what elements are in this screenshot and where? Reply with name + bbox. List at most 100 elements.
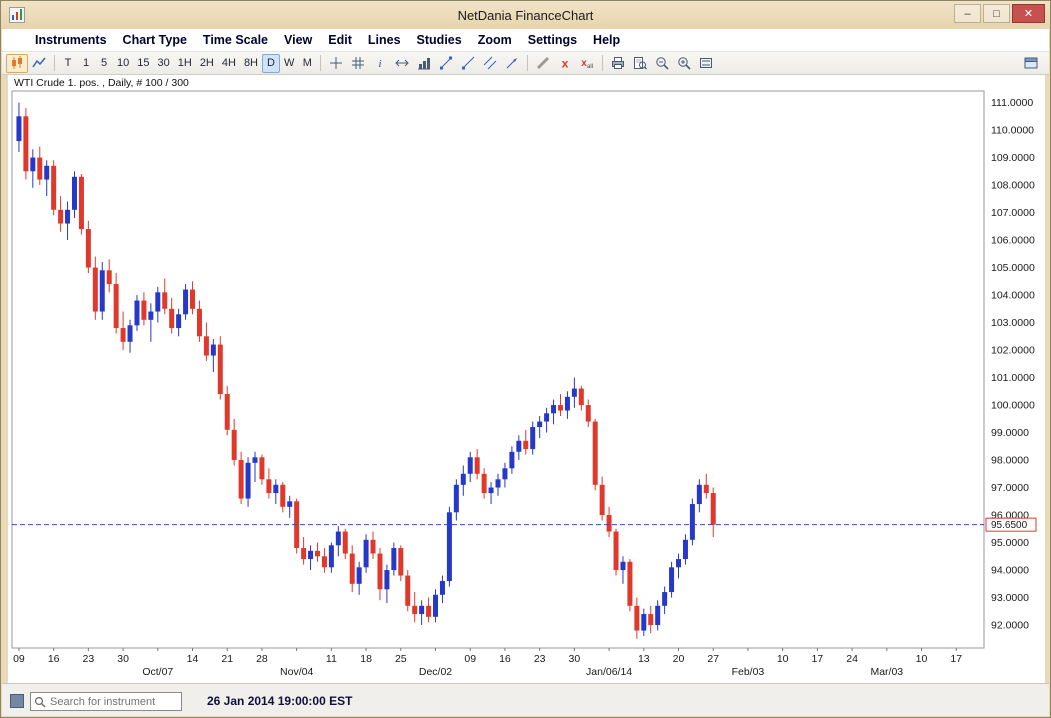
chart-area[interactable]: WTI Crude 1. pos. , Daily, # 100 / 300 1… (8, 75, 1045, 685)
x-axis-label: Nov/04 (280, 666, 313, 678)
candle-body (225, 394, 230, 430)
timescale-8h-button[interactable]: 8H (240, 54, 262, 73)
timescale-weekly-button[interactable]: W (280, 54, 298, 73)
y-axis-label: 100.0000 (991, 400, 1035, 412)
timescale-1h-button[interactable]: 1H (174, 54, 196, 73)
menu-item-lines[interactable]: Lines (361, 31, 408, 49)
zoom-in-button[interactable] (673, 54, 695, 73)
horizontal-scroll-button[interactable] (391, 54, 413, 73)
arrow-line-button[interactable] (501, 54, 523, 73)
candle-body (433, 595, 438, 617)
x-axis-label: 09 (464, 653, 476, 665)
candle-body (51, 166, 56, 210)
menu-item-zoom[interactable]: Zoom (471, 31, 519, 49)
candle-body (336, 532, 341, 546)
timescale-5min-button[interactable]: 5 (95, 54, 113, 73)
y-axis-label: 104.0000 (991, 290, 1035, 302)
timescale-monthly-button[interactable]: M (298, 54, 316, 73)
search-input[interactable] (50, 694, 178, 709)
candle-body (183, 290, 188, 315)
grid-button[interactable] (347, 54, 369, 73)
close-button[interactable]: ✕ (1012, 4, 1045, 23)
y-axis-label: 106.0000 (991, 235, 1035, 247)
x-axis-label: Mar/03 (870, 666, 903, 678)
candle-body (461, 474, 466, 485)
candle-body (454, 485, 459, 513)
minimize-button[interactable]: – (954, 4, 981, 23)
candle-body (141, 301, 146, 320)
print-preview-button[interactable] (629, 54, 651, 73)
ray-line-button[interactable] (457, 54, 479, 73)
trend-line-button[interactable] (435, 54, 457, 73)
timescale-tick-button[interactable]: T (59, 54, 77, 73)
candlestick-chart-button[interactable] (6, 54, 28, 73)
candle-body (16, 116, 21, 141)
info-button[interactable]: i (369, 54, 391, 73)
erase-line-button[interactable] (532, 54, 554, 73)
menu-item-chart-type[interactable]: Chart Type (116, 31, 194, 49)
candle-body (607, 515, 612, 532)
candle-body (148, 312, 153, 320)
delete-all-lines-button[interactable]: xall (576, 54, 598, 73)
candle-body (600, 485, 605, 515)
svg-text:i: i (379, 58, 382, 70)
candle-body (190, 290, 195, 309)
y-axis-label: 95.0000 (991, 537, 1029, 549)
zoom-fit-button[interactable] (695, 54, 717, 73)
candle-body (86, 229, 91, 267)
candle-body (586, 405, 591, 422)
timescale-10min-button[interactable]: 10 (113, 54, 133, 73)
y-axis-label: 99.0000 (991, 427, 1029, 439)
y-axis-label: 111.0000 (991, 97, 1033, 109)
trendarrow-icon (505, 56, 519, 70)
x-axis-label: 25 (395, 653, 407, 665)
y-axis-label: 105.0000 (991, 262, 1035, 274)
panel-toggle-button[interactable] (1020, 54, 1042, 73)
volume-button[interactable] (413, 54, 435, 73)
menu-item-instruments[interactable]: Instruments (28, 31, 114, 49)
timescale-4h-button[interactable]: 4H (218, 54, 240, 73)
timescale-1min-button[interactable]: 1 (77, 54, 95, 73)
y-axis-label: 108.0000 (991, 180, 1035, 192)
line-chart-button[interactable] (28, 54, 50, 73)
zoomfit-icon (699, 56, 713, 70)
candle-body (565, 397, 570, 411)
candle-body (287, 501, 292, 507)
menu-item-time-scale[interactable]: Time Scale (196, 31, 275, 49)
menu-item-studies[interactable]: Studies (410, 31, 469, 49)
menu-item-settings[interactable]: Settings (521, 31, 584, 49)
status-bar: 26 Jan 2014 19:00:00 EST (2, 683, 1049, 716)
candle-body (502, 468, 507, 479)
candle-body (614, 532, 619, 571)
timescale-daily-button[interactable]: D (262, 54, 280, 73)
candle-body (204, 336, 209, 355)
x-axis-label: 13 (638, 653, 650, 665)
candle-body (627, 562, 632, 606)
printer-icon (611, 56, 625, 70)
instrument-search-box[interactable] (30, 692, 182, 711)
x-axis-label: 10 (777, 653, 789, 665)
zoom-out-button[interactable] (651, 54, 673, 73)
menu-item-edit[interactable]: Edit (321, 31, 359, 49)
delete-line-button[interactable]: x (554, 54, 576, 73)
last-update-timestamp: 26 Jan 2014 19:00:00 EST (207, 694, 352, 708)
title-bar[interactable]: NetDania FinanceChart – □ ✕ (1, 1, 1050, 29)
candle-body (211, 345, 216, 356)
print-button[interactable] (607, 54, 629, 73)
timescale-30min-button[interactable]: 30 (154, 54, 174, 73)
timescale-2h-button[interactable]: 2H (196, 54, 218, 73)
x-axis-label: 16 (48, 653, 60, 665)
candle-body (93, 268, 98, 312)
timescale-15min-button[interactable]: 15 (133, 54, 153, 73)
menu-item-view[interactable]: View (277, 31, 319, 49)
candle-body (551, 405, 556, 413)
crosshair-button[interactable] (325, 54, 347, 73)
menu-item-help[interactable]: Help (586, 31, 627, 49)
channel-line-button[interactable] (479, 54, 501, 73)
y-axis-label: 107.0000 (991, 207, 1035, 219)
candle-body (30, 158, 35, 172)
x-axis-label: 10 (916, 653, 928, 665)
window-controls: – □ ✕ (952, 4, 1045, 23)
candlestick-chart[interactable]: 111.0000110.0000109.0000108.0000107.0000… (8, 75, 1045, 685)
maximize-button[interactable]: □ (983, 4, 1010, 23)
